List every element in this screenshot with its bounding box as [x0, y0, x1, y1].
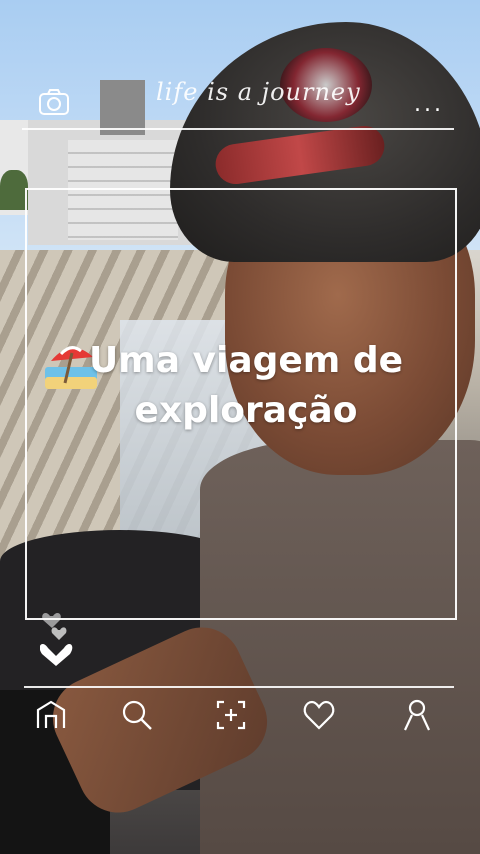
search-icon[interactable] — [120, 698, 154, 732]
heart-icon[interactable] — [302, 698, 336, 732]
hearts-icon[interactable] — [40, 610, 80, 670]
headline-line-2: exploração — [134, 390, 358, 431]
home-icon[interactable] — [34, 698, 68, 732]
profile-icon[interactable] — [400, 698, 434, 732]
post-headline: Uma viagem de exploração — [46, 336, 446, 436]
more-dots-icon[interactable]: ... — [414, 92, 444, 117]
headline-line-1: Uma viagem de — [88, 340, 404, 381]
story-overlay: life is a journey ... Uma viagem de expl… — [0, 0, 480, 854]
nav-divider — [24, 686, 454, 688]
tagline: life is a journey — [156, 78, 361, 106]
camera-icon[interactable] — [38, 86, 70, 118]
header-divider — [22, 128, 454, 130]
add-post-icon[interactable] — [214, 698, 248, 732]
